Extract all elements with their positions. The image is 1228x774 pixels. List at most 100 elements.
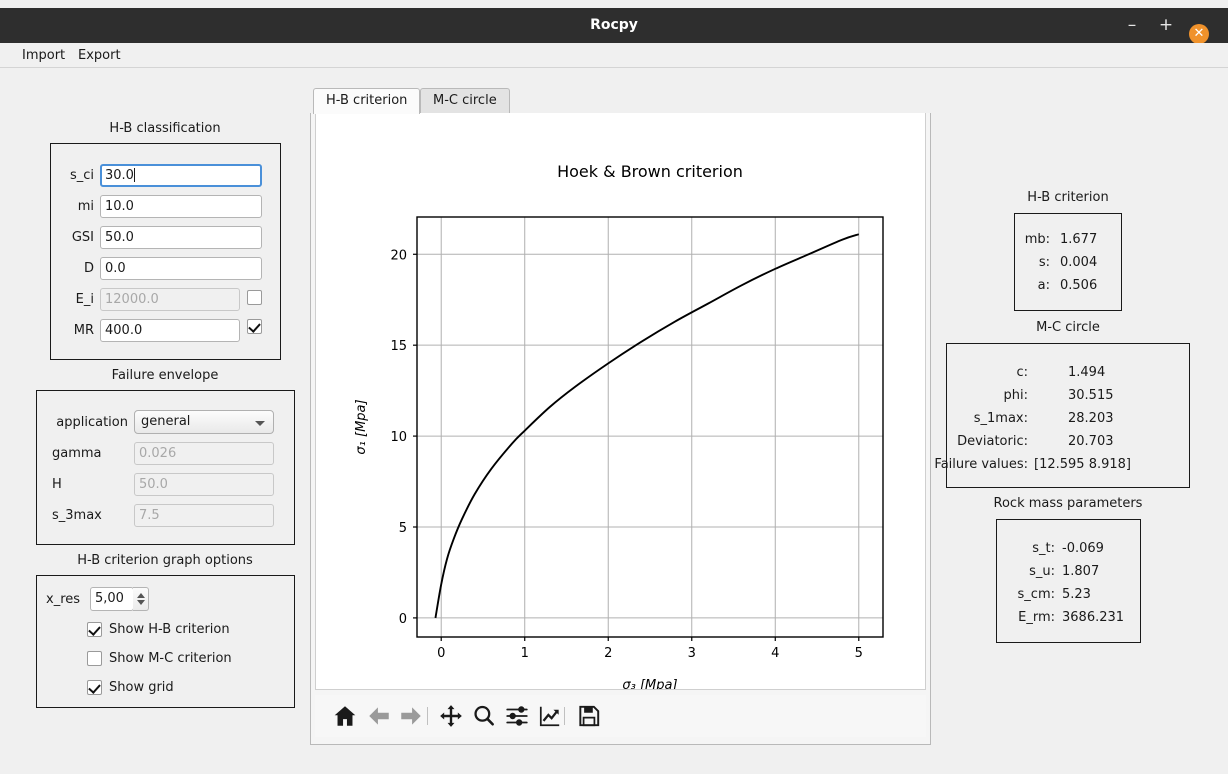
s-ci-input[interactable]: 30.0: [100, 164, 262, 187]
d-input[interactable]: 0.0: [100, 257, 262, 280]
home-icon[interactable]: [332, 703, 358, 729]
application-window: Rocpy – + ✕ Import Export H-B classifica…: [0, 0, 1228, 774]
hb-result-value-mb: 1.677: [1060, 232, 1098, 247]
h-input[interactable]: 50.0: [134, 473, 274, 496]
back-arrow-icon[interactable]: [366, 703, 392, 729]
hb-result-key-mb: mb:: [1024, 232, 1050, 247]
rock-mass-value-erm: 3686.231: [1062, 610, 1125, 625]
toolbar-separator-2: [564, 707, 565, 725]
title-bar: Rocpy – + ✕: [0, 8, 1228, 44]
matplotlib-toolbar: [315, 695, 926, 737]
rock-mass-key-erm: E_rm:: [1018, 610, 1055, 625]
menu-item-export[interactable]: Export: [70, 43, 129, 68]
svg-text:4: 4: [771, 646, 779, 661]
mc-result-key-s1max: s_1max:: [973, 411, 1028, 426]
mc-result-value-phi: 30.515: [1068, 388, 1114, 403]
minimize-button[interactable]: –: [1122, 16, 1142, 36]
svg-text:20: 20: [390, 248, 407, 263]
mc-result-key-phi: phi:: [1003, 388, 1028, 403]
mc-result-value-s1max: 28.203: [1068, 411, 1114, 426]
pan-icon[interactable]: [438, 703, 464, 729]
x-res-stepper[interactable]: [133, 587, 149, 611]
hb-classification-caption: H-B classification: [109, 121, 221, 136]
stepper-down-icon[interactable]: [137, 600, 145, 605]
show-mc-criterion-checkbox[interactable]: [87, 651, 102, 666]
svg-text:Hoek & Brown criterion: Hoek & Brown criterion: [557, 162, 743, 181]
subplot-config-icon[interactable]: [504, 703, 530, 729]
field-label-application: application: [56, 415, 128, 430]
svg-text:10: 10: [390, 430, 407, 445]
menu-bar: Import Export: [0, 43, 1228, 68]
rock-mass-value-st: -0.069: [1062, 541, 1104, 556]
field-label-s-3max: s_3max: [52, 508, 102, 523]
mc-result-value-deviatoric: 20.703: [1068, 434, 1114, 449]
menu-item-import[interactable]: Import: [14, 43, 73, 68]
hb-result-key-s: s:: [1038, 255, 1050, 270]
mc-result-value-failure-values: [12.595 8.918]: [1034, 457, 1131, 472]
close-icon[interactable]: ✕: [1189, 24, 1209, 44]
mc-results-caption: M-C circle: [1036, 320, 1100, 335]
mr-checkbox[interactable]: [247, 319, 262, 334]
tab-mc-circle[interactable]: M-C circle: [420, 88, 510, 113]
mi-input[interactable]: 10.0: [100, 195, 262, 218]
hb-results-caption: H-B criterion: [1027, 190, 1109, 205]
rock-mass-key-st: s_t:: [1032, 541, 1055, 556]
show-grid-checkbox[interactable]: [87, 680, 102, 695]
field-label-mr: MR: [73, 323, 94, 338]
hb-result-key-a: a:: [1037, 278, 1050, 293]
rock-mass-value-su: 1.807: [1062, 564, 1100, 579]
s-3max-placeholder: 7.5: [139, 508, 160, 523]
e-i-placeholder: 12000.0: [105, 292, 159, 307]
zoom-icon[interactable]: [471, 703, 497, 729]
field-label-h: H: [52, 477, 62, 492]
gsi-input[interactable]: 50.0: [100, 226, 262, 249]
forward-arrow-icon[interactable]: [398, 703, 424, 729]
toolbar-separator: [427, 707, 428, 725]
hb-result-value-a: 0.506: [1060, 278, 1098, 293]
figure-canvas[interactable]: Hoek & Brown criterion 0 1 2 3 4 5 0 5 10 15 20 σ₃ […: [315, 112, 926, 693]
e-i-checkbox[interactable]: [247, 290, 262, 305]
field-label-mi: mi: [77, 199, 94, 214]
svg-text:0: 0: [399, 612, 407, 627]
maximize-button[interactable]: +: [1156, 16, 1176, 36]
s-3max-input[interactable]: 7.5: [134, 504, 274, 527]
rock-mass-key-su: s_u:: [1029, 564, 1055, 579]
stepper-up-icon[interactable]: [137, 593, 145, 598]
svg-text:5: 5: [855, 646, 863, 661]
field-label-s-ci: s_ci: [69, 168, 94, 183]
h-placeholder: 50.0: [139, 477, 168, 492]
x-res-input[interactable]: 5,00: [90, 587, 134, 611]
svg-text:5: 5: [399, 521, 407, 536]
show-hb-criterion-label: Show H-B criterion: [109, 622, 230, 637]
svg-text:1: 1: [521, 646, 529, 661]
svg-text:σ₃ [Mpa]: σ₃ [Mpa]: [622, 678, 677, 689]
failure-envelope-caption: Failure envelope: [111, 368, 219, 383]
window-title: Rocpy: [590, 17, 638, 33]
chevron-down-icon: [255, 421, 265, 426]
gamma-input[interactable]: 0.026: [134, 442, 274, 465]
mc-result-key-c: c:: [1016, 365, 1028, 380]
mr-input[interactable]: 400.0: [100, 319, 240, 342]
field-label-gsi: GSI: [71, 230, 94, 245]
show-grid-label: Show grid: [109, 680, 174, 695]
hoek-brown-chart: Hoek & Brown criterion 0 1 2 3 4 5 0 5 10 15 20 σ₃ […: [354, 162, 884, 693]
field-label-e-i: E_i: [75, 292, 94, 307]
save-icon[interactable]: [576, 703, 602, 729]
svg-text:2: 2: [604, 646, 612, 661]
edit-axis-icon[interactable]: [537, 703, 563, 729]
tab-hb-criterion[interactable]: H-B criterion: [313, 88, 421, 114]
svg-text:σ₁ [Mpa]: σ₁ [Mpa]: [354, 399, 369, 454]
e-i-input[interactable]: 12000.0: [100, 288, 240, 311]
mc-result-value-c: 1.494: [1068, 365, 1106, 380]
show-mc-criterion-label: Show M-C criterion: [109, 651, 232, 666]
application-selected-value: general: [141, 414, 191, 429]
show-hb-criterion-checkbox[interactable]: [87, 622, 102, 637]
s-ci-value: 30.0: [105, 168, 134, 183]
rock-mass-key-scm: s_cm:: [1017, 587, 1055, 602]
rock-mass-value-scm: 5.23: [1062, 587, 1091, 602]
tab-strip: H-B criterion M-C circle: [310, 88, 931, 114]
application-select[interactable]: general: [134, 410, 274, 434]
hb-result-value-s: 0.004: [1060, 255, 1098, 270]
field-label-d: D: [83, 261, 94, 276]
gamma-placeholder: 0.026: [139, 446, 177, 461]
